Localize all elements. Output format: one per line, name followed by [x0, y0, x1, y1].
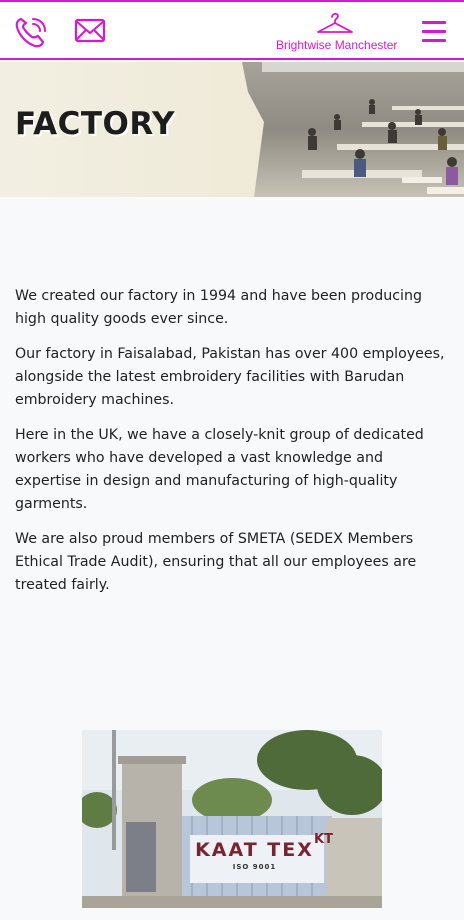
site-header: Brightwise Manchester	[0, 2, 464, 60]
paragraph: Here in the UK, we have a closely-knit g…	[15, 427, 424, 512]
paragraph: Our factory in Faisalabad, Pakistan has …	[15, 346, 445, 408]
paragraph: We are also proud members of SMETA (SEDE…	[15, 531, 417, 593]
brand-logo[interactable]: Brightwise Manchester	[276, 10, 398, 56]
hamburger-menu-icon[interactable]	[422, 21, 446, 43]
factory-sign-text: KAAT TEX	[195, 839, 314, 861]
hanger-icon	[317, 12, 353, 33]
about-factory-text: We created our factory in 1994 and have …	[15, 285, 451, 609]
hero-banner: FACTORY	[0, 62, 464, 197]
mail-icon[interactable]	[74, 18, 106, 44]
phone-icon[interactable]	[14, 15, 50, 49]
paragraph: We created our factory in 1994 and have …	[15, 288, 422, 327]
factory-floor-photo	[242, 62, 464, 197]
brand-name: Brightwise Manchester	[276, 38, 398, 52]
factory-sign-subtext: ISO 9001	[232, 863, 277, 871]
page-title: FACTORY	[15, 106, 175, 142]
factory-sign: KAAT TEX ISO 9001	[191, 839, 318, 883]
